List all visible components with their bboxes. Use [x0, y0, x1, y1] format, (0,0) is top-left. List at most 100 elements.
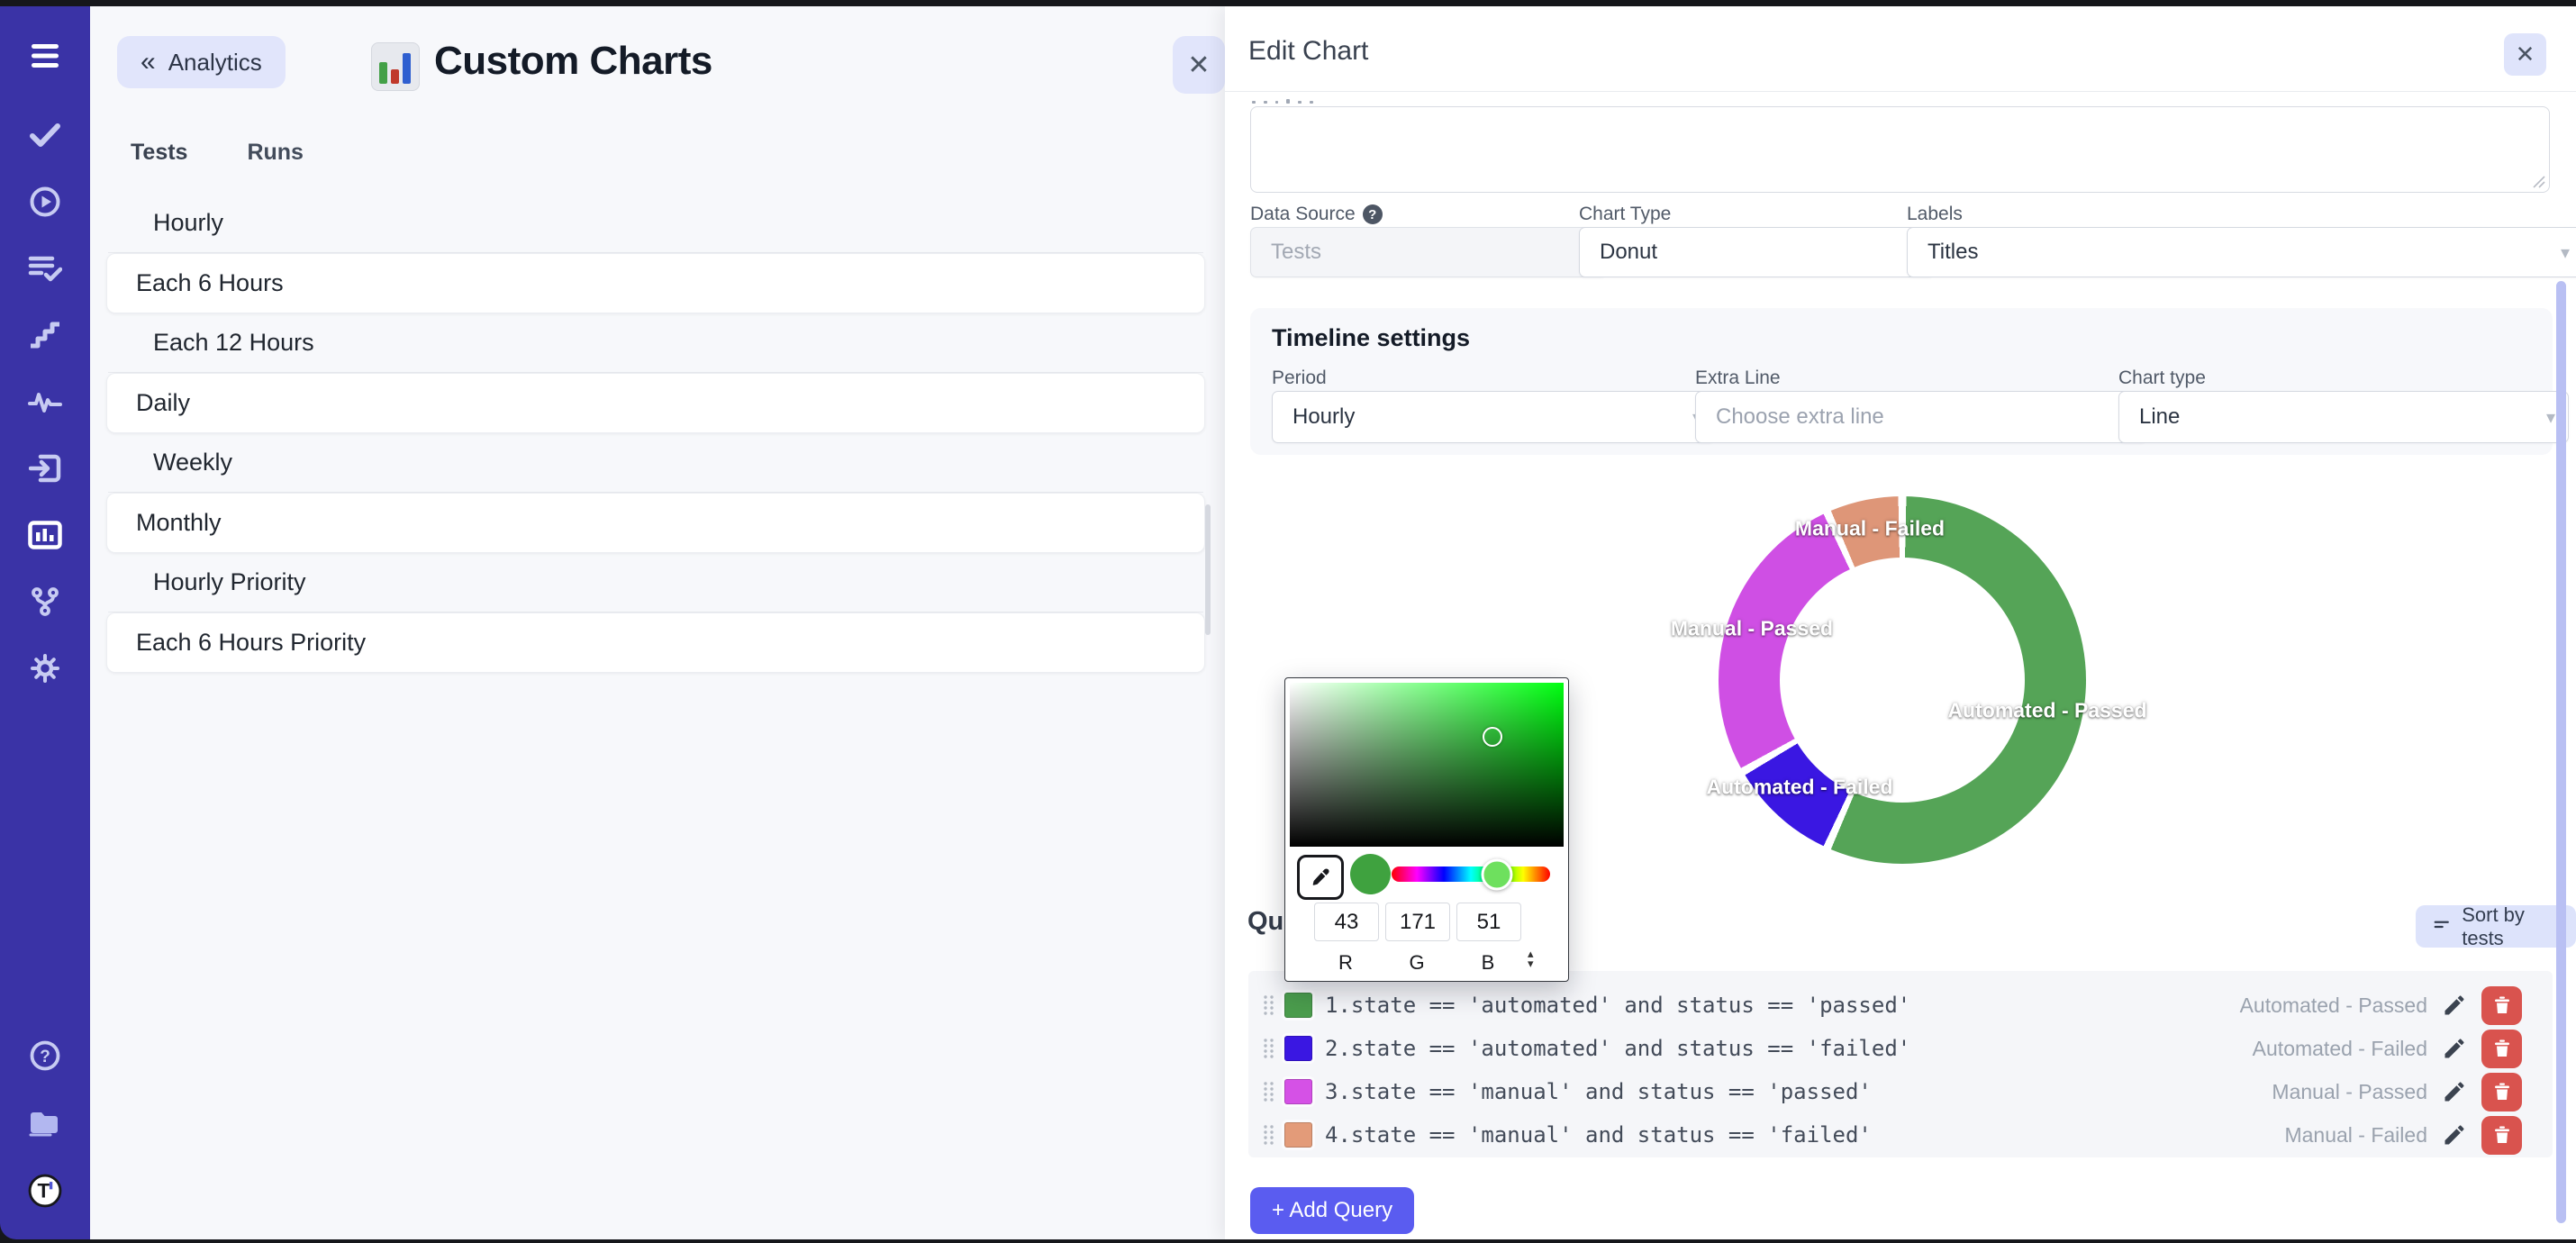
- close-icon: ✕: [1187, 50, 1210, 81]
- close-panel-button[interactable]: ✕: [1173, 36, 1225, 94]
- query-title: Automated - Passed: [2240, 993, 2427, 1018]
- drag-handle-icon[interactable]: [1263, 1123, 1277, 1147]
- edit-pencil-icon[interactable]: [2442, 1036, 2467, 1061]
- trash-icon: [2494, 996, 2510, 1014]
- color-picker-popup: 43 171 51 R G B ▴▾: [1284, 677, 1569, 982]
- eyedropper-icon: [1310, 866, 1331, 888]
- color-mode-toggle[interactable]: ▴▾: [1528, 948, 1534, 968]
- chevron-down-icon: ▾: [2546, 406, 2555, 429]
- tests-check-icon[interactable]: [28, 118, 62, 152]
- settings-gear-icon[interactable]: [28, 651, 62, 685]
- data-source-select[interactable]: Tests ▾: [1250, 227, 1607, 277]
- query-list: 1.state == 'automated' and status == 'pa…: [1248, 971, 2553, 1157]
- timeline-chart-type-select[interactable]: Line ▾: [2118, 391, 2569, 443]
- help-icon[interactable]: ?: [28, 1039, 62, 1073]
- projects-folder-icon[interactable]: [28, 1106, 62, 1140]
- blue-input[interactable]: 51: [1456, 903, 1521, 941]
- close-edit-chart-button[interactable]: ✕: [2504, 33, 2546, 76]
- red-input[interactable]: 43: [1314, 903, 1379, 941]
- query-title: Manual - Failed: [2284, 1123, 2427, 1148]
- list-scrollbar[interactable]: [1205, 504, 1211, 635]
- custom-charts-panel: « Analytics Custom Charts ✕ Tests Runs H…: [90, 6, 1225, 1239]
- steps-icon[interactable]: [28, 318, 62, 352]
- chart-type-select[interactable]: Donut ▾: [1579, 227, 1935, 277]
- labels-select[interactable]: Titles ▾: [1907, 227, 2576, 277]
- app-logo[interactable]: T: [28, 1174, 62, 1208]
- drag-handle-icon[interactable]: [1263, 1080, 1277, 1103]
- saturation-marker[interactable]: [1483, 727, 1502, 747]
- edit-pencil-icon[interactable]: [2442, 1122, 2467, 1148]
- svg-text:?: ?: [40, 1048, 50, 1066]
- query-color-swatch[interactable]: [1284, 1036, 1312, 1061]
- runs-play-icon[interactable]: [28, 185, 62, 219]
- tab-runs[interactable]: Runs: [247, 140, 304, 166]
- chevron-down-icon: ▾: [2561, 241, 2570, 264]
- hue-slider-thumb[interactable]: [1482, 858, 1513, 890]
- blue-label: B: [1456, 951, 1519, 975]
- period-select[interactable]: Hourly ▾: [1272, 391, 1715, 443]
- list-item[interactable]: Each 6 Hours Priority: [106, 612, 1205, 673]
- menu-icon[interactable]: [28, 39, 62, 73]
- query-row: 1.state == 'automated' and status == 'pa…: [1248, 984, 2553, 1027]
- donut-chart: [1719, 496, 2086, 864]
- hue-slider[interactable]: [1392, 866, 1550, 882]
- resize-handle-icon[interactable]: [2531, 174, 2545, 188]
- eyedropper-button[interactable]: [1297, 855, 1344, 900]
- query-color-swatch[interactable]: [1284, 1079, 1312, 1104]
- donut-segment-label: Manual - Failed: [1795, 517, 1945, 541]
- list-item[interactable]: Weekly: [108, 433, 1203, 493]
- sort-by-tests-button[interactable]: Sort by tests: [2416, 905, 2576, 948]
- edit-chart-title: Edit Chart: [1248, 36, 1368, 67]
- chart-list: Hourly Each 6 Hours Each 12 Hours Daily …: [90, 194, 1214, 673]
- query-code: 2.state == 'automated' and status == 'fa…: [1325, 1036, 1910, 1061]
- query-code: 3.state == 'manual' and status == 'passe…: [1325, 1079, 1872, 1104]
- add-query-button[interactable]: + Add Query: [1250, 1187, 1414, 1234]
- delete-query-button[interactable]: [2481, 986, 2522, 1025]
- edit-pencil-icon[interactable]: [2442, 993, 2467, 1018]
- list-item[interactable]: Each 6 Hours: [106, 253, 1205, 313]
- analytics-chart-icon-active[interactable]: [28, 518, 62, 552]
- red-label: R: [1314, 951, 1377, 975]
- list-item[interactable]: Hourly Priority: [108, 553, 1203, 612]
- query-code: 4.state == 'manual' and status == 'faile…: [1325, 1122, 1872, 1148]
- sort-icon: [2434, 919, 2451, 935]
- import-login-icon[interactable]: [28, 451, 62, 485]
- data-source-label: Data Source ?: [1250, 204, 1383, 225]
- close-icon: ✕: [2516, 41, 2535, 68]
- svg-text:T: T: [38, 1179, 50, 1202]
- list-item[interactable]: Monthly: [106, 493, 1205, 553]
- test-plans-icon[interactable]: [28, 251, 62, 286]
- back-button-label: Analytics: [168, 49, 262, 77]
- timeline-chart-type-label: Chart type: [2118, 367, 2206, 389]
- edit-panel-scrollbar[interactable]: [2556, 281, 2566, 1223]
- sidebar-nav: ? T: [0, 6, 90, 1239]
- current-color-swatch: [1350, 854, 1391, 894]
- delete-query-button[interactable]: [2481, 1030, 2522, 1068]
- query-code: 1.state == 'automated' and status == 'pa…: [1325, 993, 1910, 1018]
- help-icon[interactable]: ?: [1363, 204, 1383, 224]
- delete-query-button[interactable]: [2481, 1073, 2522, 1111]
- tabs: Tests Runs: [131, 140, 304, 166]
- back-to-analytics-button[interactable]: « Analytics: [117, 36, 286, 88]
- description-textarea[interactable]: [1250, 106, 2550, 193]
- timeline-settings-section: Timeline settings Period Hourly ▾ Extra …: [1250, 308, 2553, 455]
- page-title: Custom Charts: [434, 39, 712, 84]
- list-item[interactable]: Hourly: [108, 194, 1203, 253]
- drag-handle-icon[interactable]: [1263, 993, 1277, 1017]
- green-input[interactable]: 171: [1385, 903, 1450, 941]
- list-item[interactable]: Daily: [106, 373, 1205, 433]
- extra-line-select[interactable]: Choose extra line ▾: [1695, 391, 2147, 443]
- branches-icon[interactable]: [28, 585, 62, 619]
- list-item[interactable]: Each 12 Hours: [108, 313, 1203, 373]
- pulse-icon[interactable]: [28, 385, 62, 419]
- query-color-swatch[interactable]: [1284, 1122, 1312, 1148]
- query-row: 2.state == 'automated' and status == 'fa…: [1248, 1027, 2553, 1070]
- edit-pencil-icon[interactable]: [2442, 1079, 2467, 1104]
- query-color-swatch[interactable]: [1284, 993, 1312, 1018]
- saturation-field[interactable]: [1290, 683, 1564, 847]
- drag-handle-icon[interactable]: [1263, 1037, 1277, 1060]
- delete-query-button[interactable]: [2481, 1116, 2522, 1155]
- tab-tests[interactable]: Tests: [131, 140, 187, 166]
- bottom-edge: [0, 1239, 2576, 1243]
- chart-type-label: Chart Type: [1579, 204, 1671, 225]
